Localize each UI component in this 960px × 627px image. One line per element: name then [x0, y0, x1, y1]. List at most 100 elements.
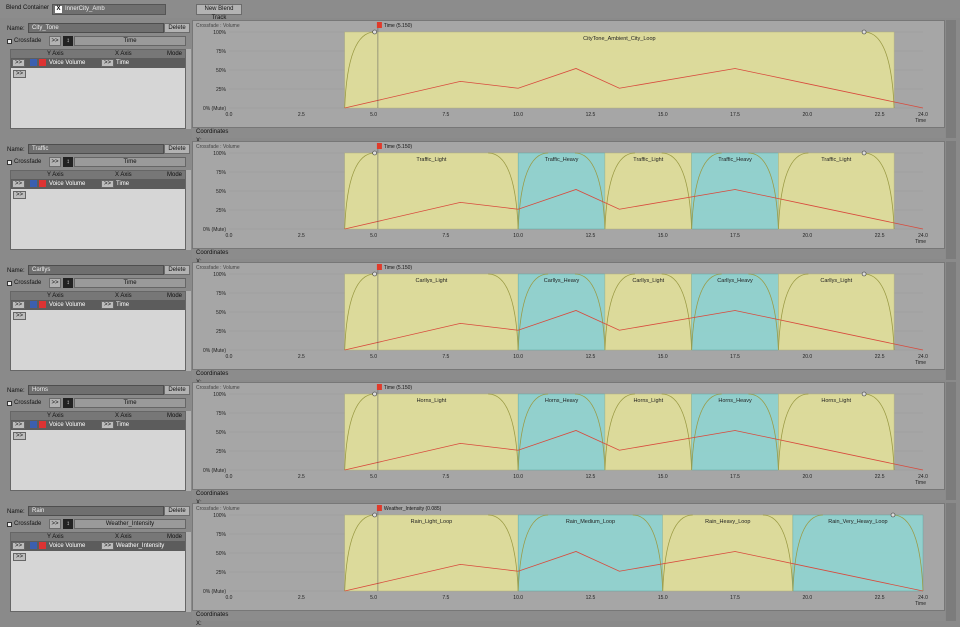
delete-button[interactable]: Delete	[164, 385, 190, 395]
up-arrow-icon[interactable]	[30, 301, 37, 308]
curve-handle[interactable]	[372, 512, 377, 518]
x-axis-select-button[interactable]: >>	[49, 278, 61, 288]
curve-handle[interactable]	[372, 391, 377, 397]
curve-handle[interactable]	[372, 29, 377, 35]
up-arrow-icon[interactable]	[30, 421, 37, 428]
delete-button[interactable]: Delete	[164, 23, 190, 33]
blend-container-field[interactable]: X InnerCity_Amb	[52, 4, 166, 15]
crossfade-graph[interactable]: Crossfade : Volume 100% 75% 50% 25% 0% (Mute)…	[192, 382, 945, 490]
blend-segment[interactable]	[517, 514, 663, 592]
table-row[interactable]: >> Voice Volume >> Time	[11, 58, 185, 68]
right-scrollbar[interactable]	[946, 503, 956, 621]
curve-handle[interactable]	[861, 29, 867, 35]
crossfade-graph[interactable]: Crossfade : Volume 100% 75% 50% 25% 0% (Mute)…	[192, 503, 945, 611]
curve-icon[interactable]: ↕	[63, 157, 73, 167]
crossfade-checkbox[interactable]	[7, 160, 12, 165]
curve-handle[interactable]	[861, 271, 867, 277]
blend-segment[interactable]	[778, 393, 895, 471]
right-scrollbar[interactable]	[946, 20, 956, 138]
curve-handle[interactable]	[372, 271, 377, 277]
up-arrow-icon[interactable]	[30, 59, 37, 66]
curve-handle[interactable]	[861, 391, 867, 397]
delete-button[interactable]: Delete	[164, 506, 190, 516]
add-row-button[interactable]: >>	[13, 191, 26, 199]
delete-button[interactable]: Delete	[164, 265, 190, 275]
curve-icon[interactable]: ↕	[63, 36, 73, 46]
row-select-button[interactable]: >>	[12, 421, 25, 429]
new-blend-track-button[interactable]: New Blend Track	[196, 4, 242, 21]
crossfade-checkbox[interactable]	[7, 522, 12, 527]
x-axis-select-button[interactable]: >>	[49, 519, 61, 529]
vertical-scrollbar[interactable]	[186, 411, 191, 491]
blend-segment[interactable]	[778, 152, 895, 230]
x-axis-select-button[interactable]: >>	[101, 180, 114, 188]
curve-svg[interactable]: Crossfade : Volume100% 75% 50% 25% 0% (Mute)…	[193, 263, 946, 371]
x-axis-select-button[interactable]: >>	[101, 301, 114, 309]
x-axis-field[interactable]: Time	[74, 36, 186, 46]
x-axis-select-button[interactable]: >>	[101, 542, 114, 550]
curve-handle[interactable]	[890, 512, 896, 518]
cursor-marker-icon[interactable]	[376, 264, 382, 270]
x-axis-select-button[interactable]: >>	[49, 157, 61, 167]
table-row[interactable]: >> Voice Volume >> Time	[11, 179, 185, 189]
close-icon[interactable]: X	[55, 6, 62, 13]
add-row-button[interactable]: >>	[13, 312, 26, 320]
blend-segment[interactable]	[344, 393, 519, 471]
crossfade-checkbox[interactable]	[7, 39, 12, 44]
curve-handle[interactable]	[372, 150, 377, 156]
track-name-field[interactable]: Rain	[28, 506, 164, 516]
track-name-field[interactable]: City_Tone	[28, 23, 164, 33]
vertical-scrollbar[interactable]	[186, 170, 191, 250]
vertical-scrollbar[interactable]	[186, 49, 191, 129]
crossfade-graph[interactable]: Crossfade : Volume 100% 75% 50% 25% 0% (Mute)…	[192, 141, 945, 249]
x-axis-field[interactable]: Time	[74, 157, 186, 167]
track-name-field[interactable]: Carllys	[28, 265, 164, 275]
up-arrow-icon[interactable]	[30, 542, 37, 549]
cursor-marker-icon[interactable]	[376, 384, 382, 390]
curve-icon[interactable]: ↕	[63, 398, 73, 408]
curve-svg[interactable]: Crossfade : Volume100% 75% 50% 25% 0% (Mute)…	[193, 142, 946, 250]
blend-segment[interactable]	[344, 273, 519, 351]
add-row-button[interactable]: >>	[13, 432, 26, 440]
track-name-field[interactable]: Horns	[28, 385, 164, 395]
x-axis-field[interactable]: Time	[74, 398, 186, 408]
curve-svg[interactable]: Crossfade : Volume100% 75% 50% 25% 0% (Mute)…	[193, 383, 946, 491]
x-axis-select-button[interactable]: >>	[49, 398, 61, 408]
right-scrollbar[interactable]	[946, 141, 956, 259]
x-axis-field[interactable]: Time	[74, 278, 186, 288]
add-row-button[interactable]: >>	[13, 553, 26, 561]
x-axis-field[interactable]: Weather_Intensity	[74, 519, 186, 529]
blend-segment[interactable]	[792, 514, 924, 592]
vertical-scrollbar[interactable]	[186, 532, 191, 612]
curve-handle[interactable]	[861, 150, 867, 156]
crossfade-graph[interactable]: Crossfade : Volume 100% 75% 50% 25% 0% (Mute)…	[192, 20, 945, 128]
curve-svg[interactable]: Crossfade : Volume100% 75% 50% 25% 0% (Mute)…	[193, 21, 946, 129]
x-axis-select-button[interactable]: >>	[49, 36, 61, 46]
row-select-button[interactable]: >>	[12, 301, 25, 309]
row-select-button[interactable]: >>	[12, 59, 25, 67]
blend-segment[interactable]	[344, 152, 519, 230]
x-axis-select-button[interactable]: >>	[101, 421, 114, 429]
cursor-marker-icon[interactable]	[376, 505, 382, 511]
delete-button[interactable]: Delete	[164, 144, 190, 154]
add-row-button[interactable]: >>	[13, 70, 26, 78]
vertical-scrollbar[interactable]	[186, 291, 191, 371]
cursor-marker-icon[interactable]	[376, 22, 382, 28]
table-row[interactable]: >> Voice Volume >> Weather_Intensity	[11, 541, 185, 551]
right-scrollbar[interactable]	[946, 382, 956, 500]
blend-segment[interactable]	[344, 31, 895, 109]
curve-icon[interactable]: ↕	[63, 519, 73, 529]
crossfade-graph[interactable]: Crossfade : Volume 100% 75% 50% 25% 0% (Mute)…	[192, 262, 945, 370]
table-row[interactable]: >> Voice Volume >> Time	[11, 420, 185, 430]
blend-segment[interactable]	[344, 514, 519, 592]
curve-icon[interactable]: ↕	[63, 278, 73, 288]
cursor-marker-icon[interactable]	[376, 143, 382, 149]
row-select-button[interactable]: >>	[12, 542, 25, 550]
up-arrow-icon[interactable]	[30, 180, 37, 187]
curve-svg[interactable]: Crossfade : Volume100% 75% 50% 25% 0% (Mute)…	[193, 504, 946, 612]
blend-segment[interactable]	[778, 273, 895, 351]
crossfade-checkbox[interactable]	[7, 401, 12, 406]
right-scrollbar[interactable]	[946, 262, 956, 380]
crossfade-checkbox[interactable]	[7, 281, 12, 286]
x-axis-select-button[interactable]: >>	[101, 59, 114, 67]
